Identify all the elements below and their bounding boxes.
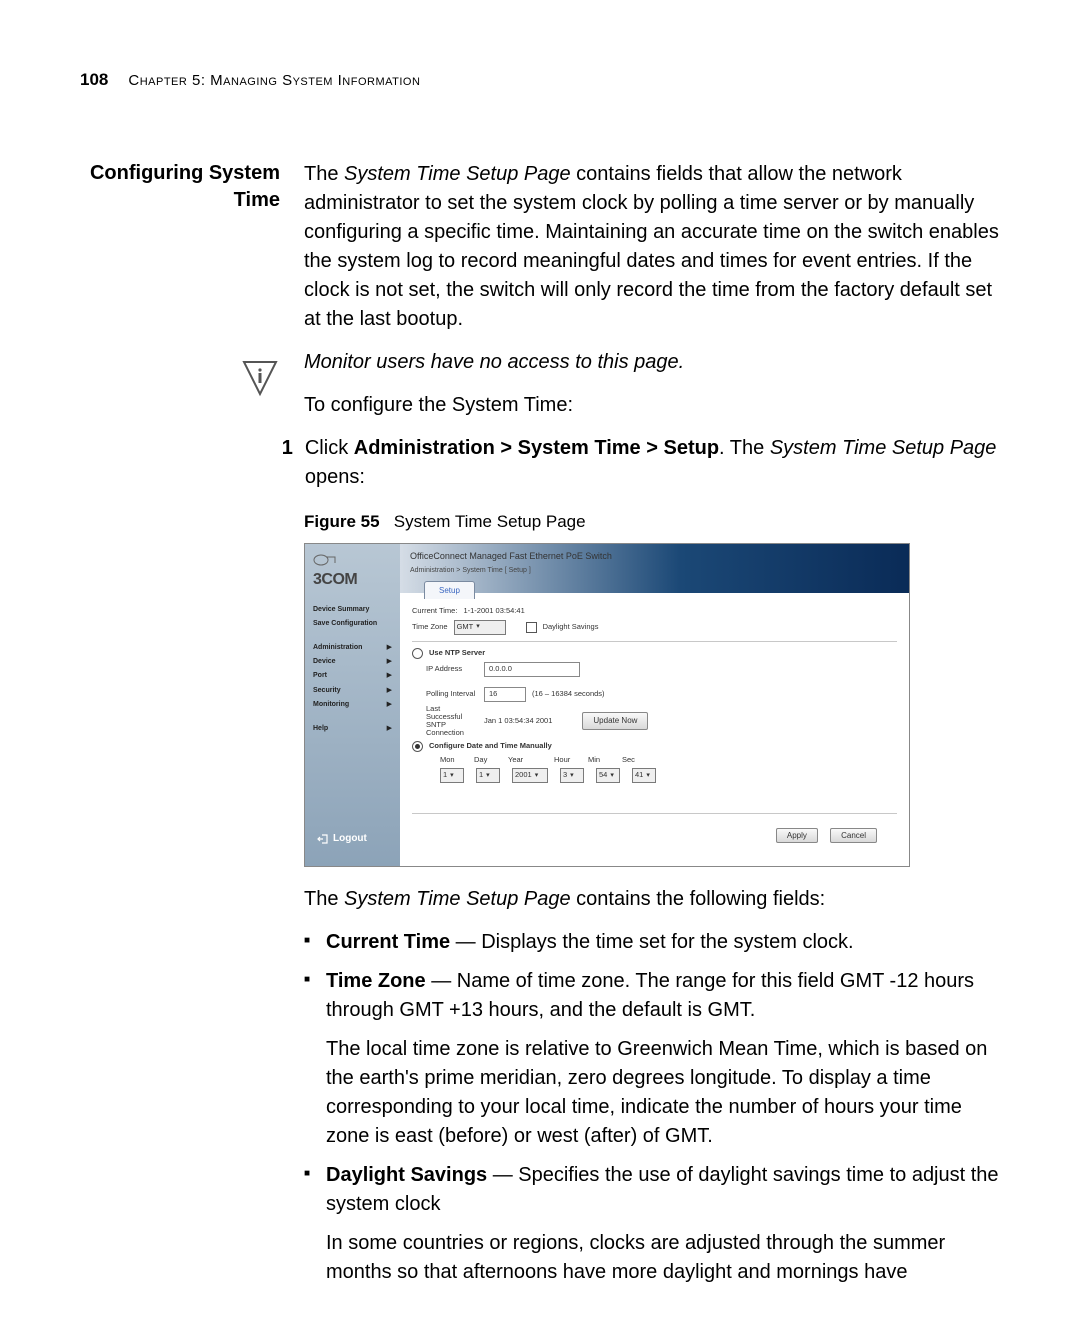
year-select[interactable]: 2001 [512,768,548,783]
field-list: Current Time — Displays the time set for… [304,928,1000,1287]
day-select[interactable]: 1 [476,768,500,783]
polling-interval-input[interactable]: 16 [484,687,526,702]
figure-screenshot: 3COM Device Summary Save Configuration A… [304,543,910,868]
ss-titlebar: OfficeConnect Managed Fast Ethernet PoE … [400,544,909,593]
polling-interval-label: Polling Interval [426,689,478,700]
step-1: 1 Click Administration > System Time > S… [304,434,1000,492]
ss-sidebar: 3COM Device Summary Save Configuration A… [305,544,400,867]
use-ntp-radio[interactable] [412,648,423,659]
field-current-time: Current Time — Displays the time set for… [326,928,1000,957]
month-select[interactable]: 1 [440,768,464,783]
hour-select[interactable]: 3 [560,768,584,783]
logout-icon [317,834,329,844]
daylight-savings-checkbox[interactable] [526,622,537,633]
brand-icon [313,554,392,568]
time-zone-select[interactable]: GMT [454,620,506,635]
cancel-button[interactable]: Cancel [830,828,877,843]
product-title: OfficeConnect Managed Fast Ethernet PoE … [410,550,899,563]
update-now-button[interactable]: Update Now [582,712,648,730]
last-sntp-label: Last Successful SNTP Connection [426,705,478,738]
after-figure-text: The System Time Setup Page contains the … [304,885,1000,914]
note-text: Monitor users have no access to this pag… [304,348,1000,377]
sidebar-item-device[interactable]: Device▶ [311,655,394,669]
logout-button[interactable]: Logout [305,818,400,867]
sidebar-item-administration[interactable]: Administration▶ [311,641,394,655]
sidebar-item-security[interactable]: Security▶ [311,684,394,698]
ss-nav: Device Summary Save Configuration Admini… [305,601,400,738]
nav-path: Administration > System Time > Setup [354,437,719,459]
chapter-title: Chapter 5: Managing System Information [128,72,420,89]
current-time-label: Current Time: [412,606,457,617]
use-ntp-label: Use NTP Server [429,648,485,659]
to-configure: To configure the System Time: [304,391,1000,420]
polling-interval-hint: (16 – 16384 seconds) [532,689,605,700]
section-intro: The System Time Setup Page contains fiel… [304,160,1000,334]
minute-select[interactable]: 54 [596,768,620,783]
brand-text: 3COM [313,568,392,591]
page-number: 108 [80,70,108,90]
last-sntp-value: Jan 1 03:54:34 2001 [484,716,552,727]
daylight-savings-label: Daylight Savings [543,622,599,633]
ss-panel: Current Time: 1-1-2001 03:54:41 Time Zon… [400,593,909,867]
breadcrumb: Administration > System Time [ Setup ] [410,566,899,576]
field-daylight-savings: Daylight Savings — Specifies the use of … [326,1161,1000,1287]
time-zone-label: Time Zone [412,622,448,633]
apply-button[interactable]: Apply [776,828,818,843]
sidebar-item-save-config[interactable]: Save Configuration [311,617,394,631]
manual-time-label: Configure Date and Time Manually [429,741,552,752]
sidebar-item-device-summary[interactable]: Device Summary [311,603,394,617]
sidebar-item-port[interactable]: Port▶ [311,669,394,683]
manual-time-radio[interactable] [412,741,423,752]
sidebar-item-monitoring[interactable]: Monitoring▶ [311,698,394,712]
ip-address-label: IP Address [426,664,478,675]
second-select[interactable]: 41 [632,768,656,783]
step-number: 1 [280,434,293,463]
tab-setup[interactable]: Setup [424,581,475,600]
page-header: 108 Chapter 5: Managing System Informati… [80,70,1000,90]
current-time-value: 1-1-2001 03:54:41 [463,606,524,617]
figure-caption: Figure 55 System Time Setup Page [304,510,1000,535]
field-time-zone: Time Zone — Name of time zone. The range… [326,967,1000,1151]
info-icon [80,358,280,1297]
sidebar-item-help[interactable]: Help▶ [311,722,394,736]
section-heading: Configuring System Time [80,160,280,214]
ip-address-input[interactable]: 0.0.0.0 [484,662,580,677]
